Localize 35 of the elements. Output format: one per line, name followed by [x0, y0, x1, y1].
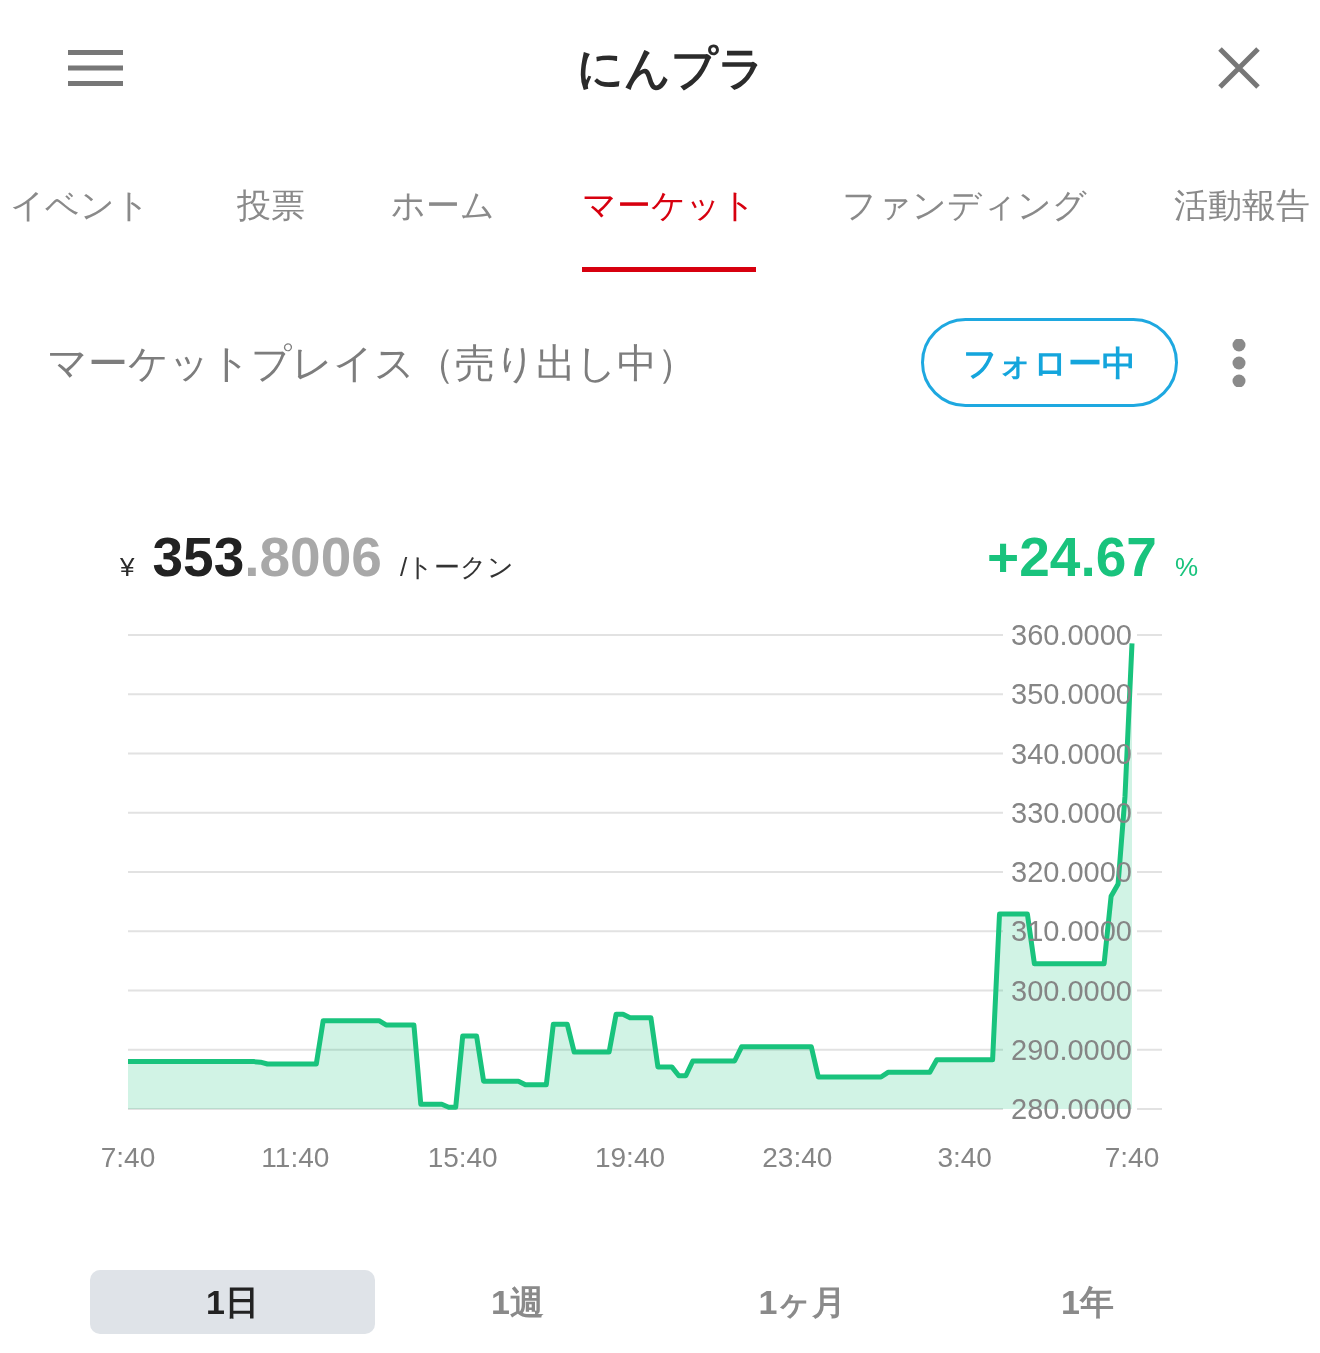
x-axis-label: 3:40 — [937, 1141, 992, 1173]
y-axis-label: 360.0000 — [1011, 619, 1132, 651]
x-axis-label: 7:40 — [1104, 1141, 1160, 1173]
section-title: マーケットプレイス（売り出し中） — [47, 339, 698, 387]
nav-tab[interactable]: 投票 — [226, 136, 315, 272]
app-title: にんプラ — [576, 41, 765, 96]
period-tab[interactable]: 1ヶ月 — [758, 1276, 847, 1328]
price-unit: /トークン — [399, 551, 515, 584]
nav-tab[interactable]: イベント — [0, 136, 160, 272]
change-value: +24.67 — [987, 527, 1157, 587]
nav-tab[interactable]: マーケット — [548, 136, 789, 272]
nav-tab[interactable]: 活動報告 — [1163, 136, 1320, 272]
more-button[interactable] — [1231, 338, 1247, 387]
period-tab[interactable]: 1週 — [491, 1276, 544, 1328]
x-axis-label: 7:40 — [100, 1141, 156, 1173]
y-axis-label: 290.0000 — [1011, 1033, 1132, 1066]
price-value: 353.8006 — [152, 527, 382, 587]
nav-tab[interactable]: ホーム — [381, 136, 506, 272]
close-icon — [1218, 47, 1260, 89]
x-axis-label: 23:40 — [762, 1141, 833, 1173]
y-axis-label: 280.0000 — [1011, 1093, 1132, 1125]
currency-symbol: ¥ — [120, 551, 135, 584]
x-axis-label: 15:40 — [427, 1141, 498, 1173]
more-icon — [1231, 338, 1247, 387]
close-button[interactable] — [1218, 47, 1260, 89]
period-tab[interactable]: 1年 — [1061, 1276, 1114, 1328]
y-axis-label: 300.0000 — [1011, 974, 1132, 1007]
menu-icon — [68, 50, 123, 86]
x-axis-label: 19:40 — [594, 1141, 666, 1173]
menu-button[interactable] — [68, 50, 123, 86]
nav-tab[interactable]: ファンディング — [832, 136, 1098, 272]
x-axis-label: 11:40 — [261, 1141, 330, 1173]
change-unit: % — [1174, 551, 1198, 584]
period-tab[interactable]: 1日 — [90, 1270, 375, 1334]
follow-button[interactable]: フォロー中 — [921, 318, 1178, 407]
